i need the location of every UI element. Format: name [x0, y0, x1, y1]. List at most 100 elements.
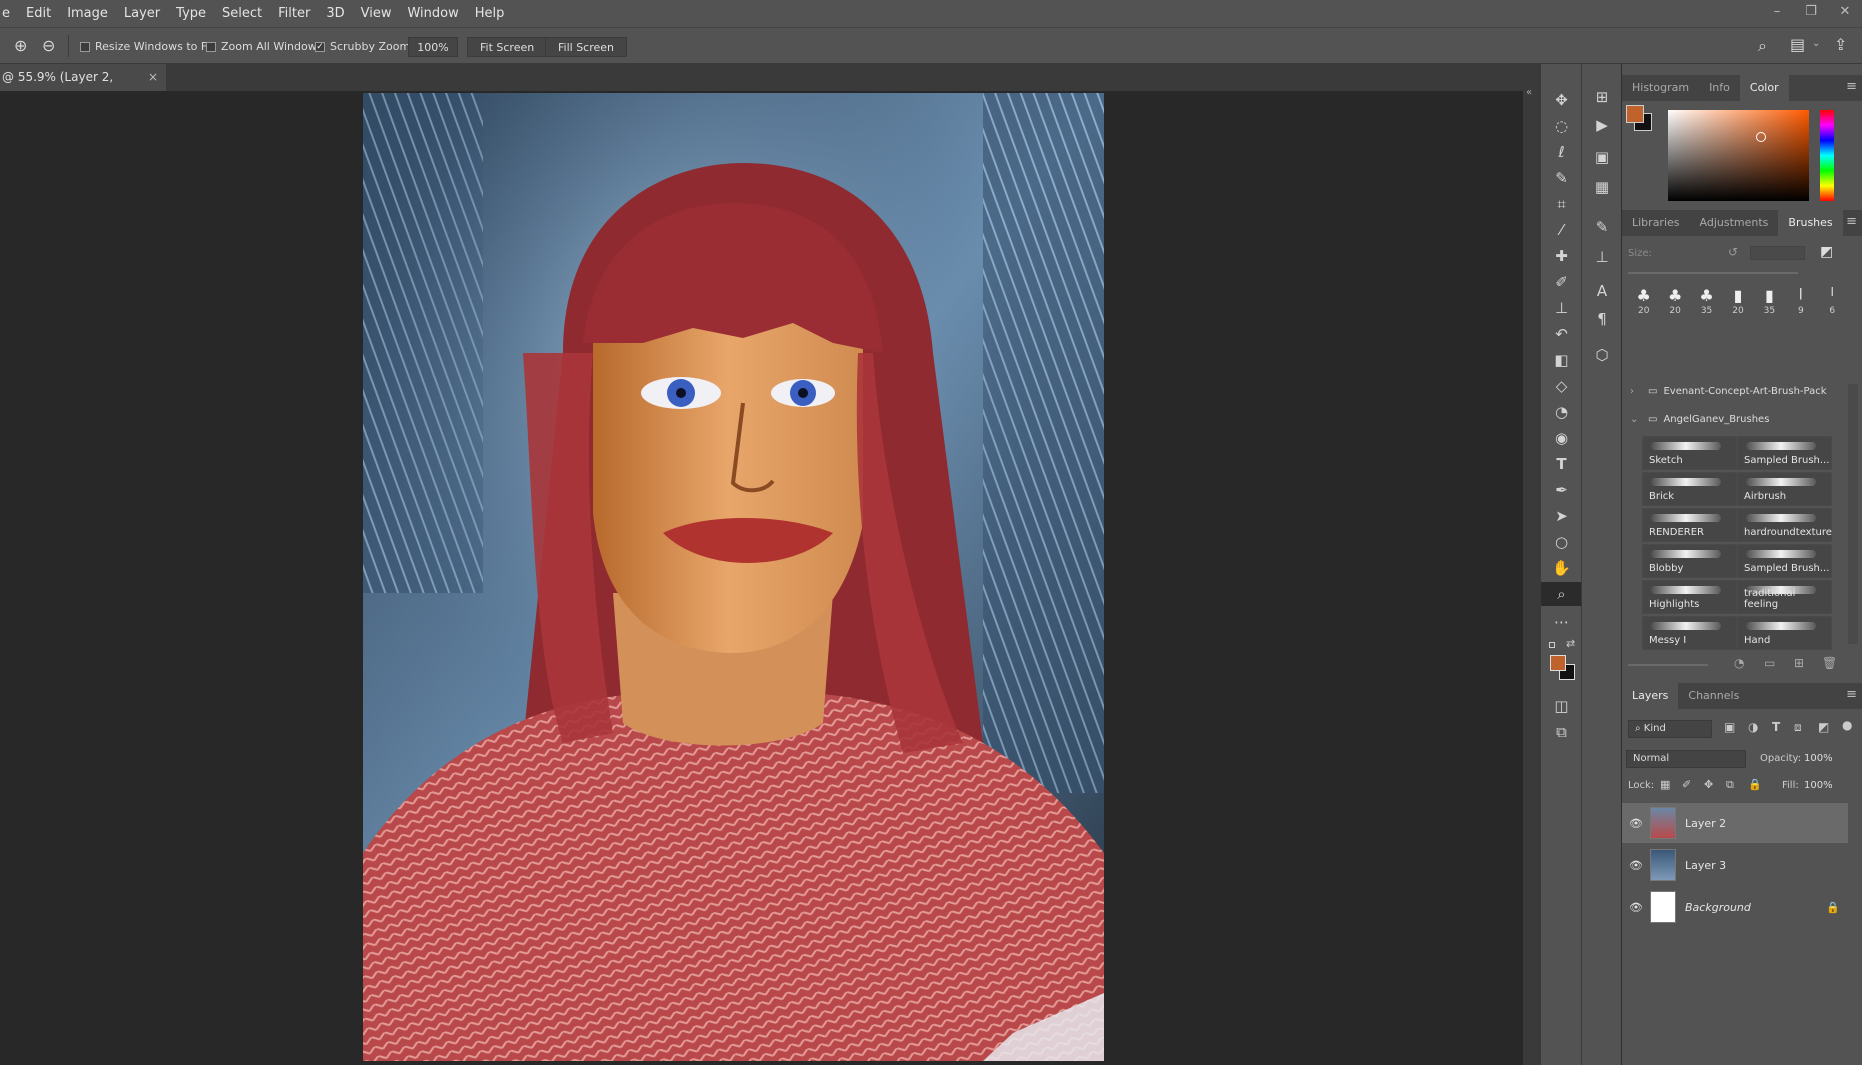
hue-slider[interactable]	[1820, 110, 1834, 201]
history-brush-icon[interactable]: ↶	[1541, 322, 1582, 346]
lock-position-icon[interactable]: ✥	[1704, 778, 1713, 791]
tab-color[interactable]: Color	[1739, 75, 1789, 101]
chevron-right-icon[interactable]: ›	[1630, 386, 1642, 397]
brush-settings-icon[interactable]: ✎	[1582, 214, 1622, 240]
chevron-down-icon[interactable]: ⌄	[1812, 38, 1820, 49]
fit-screen-button[interactable]: Fit Screen	[467, 37, 548, 57]
crop-icon[interactable]: ⌗	[1541, 192, 1582, 216]
brush-item[interactable]: Highlights	[1642, 580, 1737, 614]
filter-shape-icon[interactable]: ⧈	[1794, 720, 1802, 735]
3d-icon[interactable]: ⬡	[1582, 342, 1622, 368]
color-field[interactable]	[1668, 110, 1809, 201]
brush-preset[interactable]: ▮ 20	[1722, 286, 1753, 326]
new-group-icon[interactable]: ▭	[1764, 656, 1775, 670]
eye-icon[interactable]: 👁	[1622, 817, 1650, 830]
tab-info[interactable]: Info	[1699, 75, 1740, 101]
resize-windows-checkbox[interactable]: Resize Windows to Fit	[80, 37, 214, 56]
screen-mode-icon[interactable]: ⧉	[1541, 720, 1582, 744]
checkbox-box[interactable]	[206, 41, 216, 52]
stamp-icon[interactable]: ⊥	[1541, 296, 1582, 320]
brush-preset[interactable]: ▮ 35	[1754, 286, 1785, 326]
menu-file[interactable]: e	[0, 0, 18, 27]
checkbox-checked[interactable]: ✓	[315, 41, 325, 52]
more-icon[interactable]: ⋯	[1541, 610, 1582, 634]
panel-menu-icon[interactable]: ≡	[1846, 687, 1857, 702]
close-tab-icon[interactable]: ×	[148, 64, 158, 91]
eye-icon[interactable]: 👁	[1622, 859, 1650, 872]
brush-item[interactable]: Airbrush	[1737, 472, 1832, 506]
type-icon[interactable]: T	[1541, 452, 1582, 476]
zoom-value-field[interactable]: 100%	[408, 37, 458, 57]
brush-item[interactable]: RENDERER	[1642, 508, 1737, 542]
camera-icon[interactable]: ▣	[1582, 144, 1622, 170]
brush-item[interactable]: Sketch	[1642, 436, 1737, 470]
brush-item[interactable]: Brick	[1642, 472, 1737, 506]
new-brush-footer-icon[interactable]: ⊞	[1794, 656, 1804, 670]
brush-item[interactable]: Blobby	[1642, 544, 1737, 578]
paragraph-icon[interactable]: ¶	[1582, 306, 1622, 332]
menu-layer[interactable]: Layer	[116, 0, 168, 27]
brush-item[interactable]: hardroundtexture	[1737, 508, 1832, 542]
eye-icon[interactable]: 👁	[1622, 901, 1650, 914]
restore-button[interactable]: ❐	[1794, 0, 1828, 27]
layer-row-layer-2[interactable]: 👁 Layer 2	[1622, 803, 1848, 843]
default-colors-icon[interactable]	[1549, 642, 1555, 648]
reset-icon[interactable]: ↺	[1728, 245, 1738, 259]
toggle-preview-icon[interactable]: ◔	[1734, 656, 1744, 670]
panel-menu-icon[interactable]: ≡	[1846, 214, 1857, 229]
tab-brushes[interactable]: Brushes	[1778, 210, 1843, 236]
zoom-all-checkbox[interactable]: Zoom All Windows	[206, 37, 322, 56]
hand-icon[interactable]: ✋	[1541, 556, 1582, 580]
brush-list-scrollbar[interactable]	[1848, 384, 1858, 644]
pen-icon[interactable]: ✒	[1541, 478, 1582, 502]
fill-screen-button[interactable]: Fill Screen	[545, 37, 628, 57]
lock-pixels-icon[interactable]: ✐	[1682, 778, 1691, 791]
dodge-icon[interactable]: ◉	[1541, 426, 1582, 450]
brush-preset[interactable]: ♣ 35	[1691, 286, 1722, 326]
menu-type[interactable]: Type	[168, 0, 214, 27]
layer-row-layer-3[interactable]: 👁 Layer 3	[1622, 845, 1848, 885]
brush-preset[interactable]: ♣ 20	[1659, 286, 1690, 326]
brush-preset[interactable]: ǀ9	[1785, 286, 1816, 326]
filter-type-icon[interactable]: T	[1772, 720, 1780, 734]
layer-row-background[interactable]: 👁 Background 🔒	[1622, 887, 1848, 927]
brush-item[interactable]: Hand	[1737, 616, 1832, 650]
document-canvas[interactable]	[363, 93, 1104, 1061]
menu-help[interactable]: Help	[467, 0, 513, 27]
marquee-icon[interactable]: ◌	[1541, 114, 1582, 138]
lock-all-icon[interactable]: 🔒	[1748, 778, 1762, 791]
size-slider[interactable]	[1628, 272, 1798, 274]
path-select-icon[interactable]: ➤	[1541, 504, 1582, 528]
brush-preset[interactable]: ǀ6	[1817, 286, 1848, 326]
brush-preview-slider[interactable]	[1628, 664, 1708, 666]
document-tab[interactable]: @ 55.9% (Layer 2, RGB/8#) * ×	[0, 64, 166, 111]
brush-item[interactable]: Messy I	[1642, 616, 1737, 650]
tab-adjustments[interactable]: Adjustments	[1690, 210, 1779, 236]
foreground-color-swatch[interactable]	[1550, 655, 1566, 671]
blend-mode-select[interactable]: Normal	[1626, 750, 1746, 768]
eraser-icon[interactable]: ◧	[1541, 348, 1582, 372]
menu-filter[interactable]: Filter	[270, 0, 318, 27]
panel-menu-icon[interactable]: ≡	[1846, 79, 1857, 94]
brush-item[interactable]: Sampled Brush...	[1737, 436, 1832, 470]
brush-item[interactable]: Sampled Brush...	[1737, 544, 1832, 578]
color-picker-handle[interactable]	[1756, 132, 1766, 142]
brush-icon[interactable]: ✐	[1541, 270, 1582, 294]
quick-select-icon[interactable]: ✎	[1541, 166, 1582, 190]
lock-transparent-icon[interactable]: ▦	[1660, 778, 1670, 791]
healing-icon[interactable]: ✚	[1541, 244, 1582, 268]
ellipse-icon[interactable]: ○	[1541, 530, 1582, 554]
filter-toggle-icon[interactable]: ●	[1842, 718, 1852, 732]
filter-smart-icon[interactable]: ◩	[1818, 720, 1829, 734]
workspace-icon[interactable]: ▤	[1790, 35, 1805, 54]
tab-channels[interactable]: Channels	[1678, 683, 1749, 709]
size-field[interactable]	[1750, 246, 1805, 260]
filter-pixel-icon[interactable]: ▣	[1724, 720, 1735, 734]
menu-3d[interactable]: 3D	[318, 0, 352, 27]
zoom-icon[interactable]: ⌕	[1541, 582, 1582, 606]
play-icon[interactable]: ▶	[1582, 112, 1622, 138]
grid-icon[interactable]: ▦	[1582, 174, 1622, 200]
filter-adjustment-icon[interactable]: ◑	[1748, 720, 1758, 734]
tab-layers[interactable]: Layers	[1622, 683, 1679, 709]
fill-field[interactable]: 100%	[1804, 780, 1833, 791]
